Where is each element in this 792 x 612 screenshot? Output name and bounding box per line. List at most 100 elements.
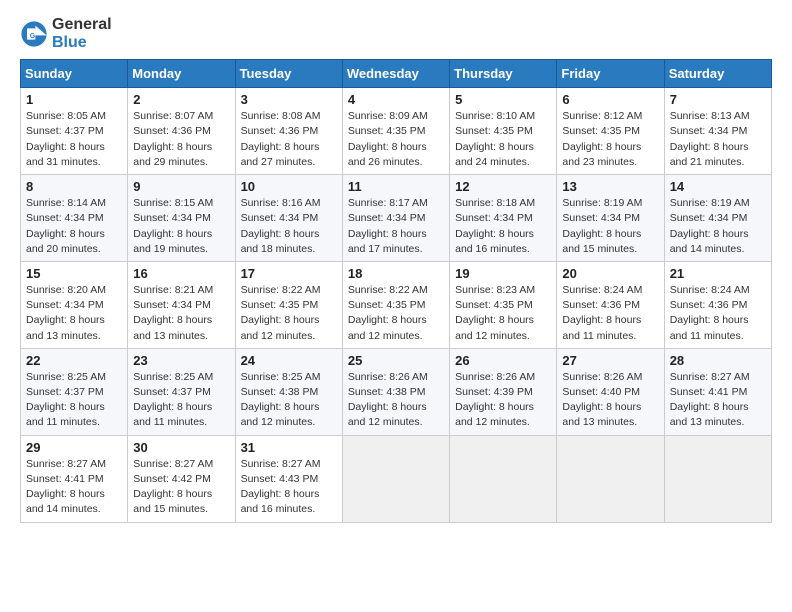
- calendar-cell: 20 Sunrise: 8:24 AM Sunset: 4:36 PM Dayl…: [557, 261, 664, 348]
- day-detail: Sunrise: 8:22 AM Sunset: 4:35 PM Dayligh…: [241, 283, 337, 344]
- day-number: 4: [348, 92, 444, 107]
- day-number: 23: [133, 353, 229, 368]
- day-detail: Sunrise: 8:27 AM Sunset: 4:41 PM Dayligh…: [670, 370, 766, 431]
- day-detail: Sunrise: 8:27 AM Sunset: 4:41 PM Dayligh…: [26, 457, 122, 518]
- calendar-cell: [664, 435, 771, 522]
- day-number: 17: [241, 266, 337, 281]
- calendar-week-5: 29 Sunrise: 8:27 AM Sunset: 4:41 PM Dayl…: [21, 435, 772, 522]
- day-number: 7: [670, 92, 766, 107]
- day-header-wednesday: Wednesday: [342, 60, 449, 88]
- day-number: 12: [455, 179, 551, 194]
- day-detail: Sunrise: 8:19 AM Sunset: 4:34 PM Dayligh…: [670, 196, 766, 257]
- day-detail: Sunrise: 8:24 AM Sunset: 4:36 PM Dayligh…: [562, 283, 658, 344]
- day-detail: Sunrise: 8:19 AM Sunset: 4:34 PM Dayligh…: [562, 196, 658, 257]
- day-number: 13: [562, 179, 658, 194]
- calendar-header-row: SundayMondayTuesdayWednesdayThursdayFrid…: [21, 60, 772, 88]
- day-number: 9: [133, 179, 229, 194]
- calendar-cell: 2 Sunrise: 8:07 AM Sunset: 4:36 PM Dayli…: [128, 88, 235, 175]
- day-detail: Sunrise: 8:26 AM Sunset: 4:39 PM Dayligh…: [455, 370, 551, 431]
- calendar-cell: [557, 435, 664, 522]
- calendar-cell: 26 Sunrise: 8:26 AM Sunset: 4:39 PM Dayl…: [450, 348, 557, 435]
- day-detail: Sunrise: 8:13 AM Sunset: 4:34 PM Dayligh…: [670, 109, 766, 170]
- day-number: 3: [241, 92, 337, 107]
- day-detail: Sunrise: 8:25 AM Sunset: 4:37 PM Dayligh…: [133, 370, 229, 431]
- day-detail: Sunrise: 8:27 AM Sunset: 4:42 PM Dayligh…: [133, 457, 229, 518]
- day-number: 6: [562, 92, 658, 107]
- calendar-cell: 9 Sunrise: 8:15 AM Sunset: 4:34 PM Dayli…: [128, 175, 235, 262]
- calendar-cell: 11 Sunrise: 8:17 AM Sunset: 4:34 PM Dayl…: [342, 175, 449, 262]
- day-number: 27: [562, 353, 658, 368]
- calendar-cell: 22 Sunrise: 8:25 AM Sunset: 4:37 PM Dayl…: [21, 348, 128, 435]
- day-detail: Sunrise: 8:05 AM Sunset: 4:37 PM Dayligh…: [26, 109, 122, 170]
- day-number: 28: [670, 353, 766, 368]
- calendar-cell: 23 Sunrise: 8:25 AM Sunset: 4:37 PM Dayl…: [128, 348, 235, 435]
- day-number: 15: [26, 266, 122, 281]
- calendar-cell: 15 Sunrise: 8:20 AM Sunset: 4:34 PM Dayl…: [21, 261, 128, 348]
- day-detail: Sunrise: 8:21 AM Sunset: 4:34 PM Dayligh…: [133, 283, 229, 344]
- day-detail: Sunrise: 8:26 AM Sunset: 4:40 PM Dayligh…: [562, 370, 658, 431]
- day-header-saturday: Saturday: [664, 60, 771, 88]
- day-number: 25: [348, 353, 444, 368]
- calendar-cell: 24 Sunrise: 8:25 AM Sunset: 4:38 PM Dayl…: [235, 348, 342, 435]
- calendar-cell: 29 Sunrise: 8:27 AM Sunset: 4:41 PM Dayl…: [21, 435, 128, 522]
- calendar-cell: 12 Sunrise: 8:18 AM Sunset: 4:34 PM Dayl…: [450, 175, 557, 262]
- calendar-cell: 19 Sunrise: 8:23 AM Sunset: 4:35 PM Dayl…: [450, 261, 557, 348]
- day-detail: Sunrise: 8:17 AM Sunset: 4:34 PM Dayligh…: [348, 196, 444, 257]
- day-number: 24: [241, 353, 337, 368]
- calendar-cell: 13 Sunrise: 8:19 AM Sunset: 4:34 PM Dayl…: [557, 175, 664, 262]
- day-header-tuesday: Tuesday: [235, 60, 342, 88]
- calendar-cell: 21 Sunrise: 8:24 AM Sunset: 4:36 PM Dayl…: [664, 261, 771, 348]
- day-number: 2: [133, 92, 229, 107]
- calendar-week-4: 22 Sunrise: 8:25 AM Sunset: 4:37 PM Dayl…: [21, 348, 772, 435]
- calendar-cell: 7 Sunrise: 8:13 AM Sunset: 4:34 PM Dayli…: [664, 88, 771, 175]
- calendar-cell: 14 Sunrise: 8:19 AM Sunset: 4:34 PM Dayl…: [664, 175, 771, 262]
- calendar-cell: 1 Sunrise: 8:05 AM Sunset: 4:37 PM Dayli…: [21, 88, 128, 175]
- calendar-cell: 31 Sunrise: 8:27 AM Sunset: 4:43 PM Dayl…: [235, 435, 342, 522]
- day-detail: Sunrise: 8:18 AM Sunset: 4:34 PM Dayligh…: [455, 196, 551, 257]
- day-detail: Sunrise: 8:10 AM Sunset: 4:35 PM Dayligh…: [455, 109, 551, 170]
- day-number: 16: [133, 266, 229, 281]
- calendar-cell: 16 Sunrise: 8:21 AM Sunset: 4:34 PM Dayl…: [128, 261, 235, 348]
- calendar-cell: 25 Sunrise: 8:26 AM Sunset: 4:38 PM Dayl…: [342, 348, 449, 435]
- calendar-cell: 10 Sunrise: 8:16 AM Sunset: 4:34 PM Dayl…: [235, 175, 342, 262]
- day-header-friday: Friday: [557, 60, 664, 88]
- day-detail: Sunrise: 8:12 AM Sunset: 4:35 PM Dayligh…: [562, 109, 658, 170]
- header: G General Blue: [20, 16, 772, 51]
- day-detail: Sunrise: 8:07 AM Sunset: 4:36 PM Dayligh…: [133, 109, 229, 170]
- calendar-cell: 5 Sunrise: 8:10 AM Sunset: 4:35 PM Dayli…: [450, 88, 557, 175]
- day-header-thursday: Thursday: [450, 60, 557, 88]
- day-number: 26: [455, 353, 551, 368]
- logo-icon: G: [20, 20, 48, 48]
- day-detail: Sunrise: 8:09 AM Sunset: 4:35 PM Dayligh…: [348, 109, 444, 170]
- calendar-week-3: 15 Sunrise: 8:20 AM Sunset: 4:34 PM Dayl…: [21, 261, 772, 348]
- day-number: 1: [26, 92, 122, 107]
- logo-text: General Blue: [52, 16, 112, 51]
- day-number: 30: [133, 440, 229, 455]
- day-number: 5: [455, 92, 551, 107]
- calendar-cell: 3 Sunrise: 8:08 AM Sunset: 4:36 PM Dayli…: [235, 88, 342, 175]
- calendar-cell: [450, 435, 557, 522]
- day-detail: Sunrise: 8:25 AM Sunset: 4:38 PM Dayligh…: [241, 370, 337, 431]
- calendar-cell: 8 Sunrise: 8:14 AM Sunset: 4:34 PM Dayli…: [21, 175, 128, 262]
- calendar-cell: 4 Sunrise: 8:09 AM Sunset: 4:35 PM Dayli…: [342, 88, 449, 175]
- day-detail: Sunrise: 8:27 AM Sunset: 4:43 PM Dayligh…: [241, 457, 337, 518]
- page: G General Blue SundayMondayTuesdayWednes…: [0, 0, 792, 612]
- day-number: 14: [670, 179, 766, 194]
- calendar-table: SundayMondayTuesdayWednesdayThursdayFrid…: [20, 59, 772, 522]
- calendar-cell: 6 Sunrise: 8:12 AM Sunset: 4:35 PM Dayli…: [557, 88, 664, 175]
- logo: G General Blue: [20, 16, 112, 51]
- calendar-cell: 28 Sunrise: 8:27 AM Sunset: 4:41 PM Dayl…: [664, 348, 771, 435]
- day-detail: Sunrise: 8:22 AM Sunset: 4:35 PM Dayligh…: [348, 283, 444, 344]
- calendar-cell: 30 Sunrise: 8:27 AM Sunset: 4:42 PM Dayl…: [128, 435, 235, 522]
- day-detail: Sunrise: 8:14 AM Sunset: 4:34 PM Dayligh…: [26, 196, 122, 257]
- day-number: 22: [26, 353, 122, 368]
- day-number: 20: [562, 266, 658, 281]
- day-detail: Sunrise: 8:16 AM Sunset: 4:34 PM Dayligh…: [241, 196, 337, 257]
- day-number: 11: [348, 179, 444, 194]
- day-number: 29: [26, 440, 122, 455]
- day-detail: Sunrise: 8:23 AM Sunset: 4:35 PM Dayligh…: [455, 283, 551, 344]
- day-detail: Sunrise: 8:15 AM Sunset: 4:34 PM Dayligh…: [133, 196, 229, 257]
- calendar-cell: 27 Sunrise: 8:26 AM Sunset: 4:40 PM Dayl…: [557, 348, 664, 435]
- day-detail: Sunrise: 8:24 AM Sunset: 4:36 PM Dayligh…: [670, 283, 766, 344]
- calendar-body: 1 Sunrise: 8:05 AM Sunset: 4:37 PM Dayli…: [21, 88, 772, 522]
